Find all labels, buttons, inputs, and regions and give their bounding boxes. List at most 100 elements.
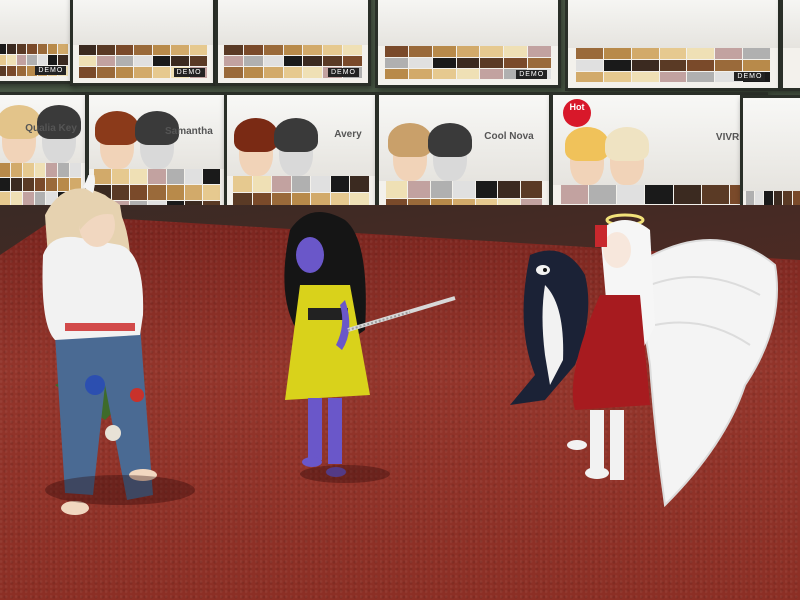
hair-color-swatch[interactable] — [16, 54, 27, 65]
hair-color-swatch[interactable] — [498, 180, 520, 198]
hair-color-swatch[interactable] — [27, 44, 37, 54]
hair-color-swatch[interactable] — [97, 67, 115, 78]
hair-color-swatch[interactable] — [263, 45, 283, 56]
hair-color-swatch[interactable] — [604, 71, 631, 83]
hair-color-swatch[interactable] — [475, 180, 498, 198]
hair-color-swatch[interactable] — [385, 180, 408, 198]
hair-color-swatch[interactable] — [303, 45, 323, 56]
hair-color-swatch[interactable] — [184, 169, 202, 184]
hair-color-swatch[interactable] — [0, 163, 10, 177]
hair-color-swatch[interactable] — [343, 45, 362, 56]
hair-color-swatch[interactable] — [408, 57, 432, 69]
hair-color-swatch[interactable] — [115, 45, 134, 56]
hair-color-swatch[interactable] — [37, 54, 48, 65]
hair-color-swatch[interactable] — [115, 67, 134, 78]
hair-color-swatch[interactable] — [350, 176, 370, 193]
hair-color-swatch[interactable] — [453, 180, 475, 198]
hair-color-swatch[interactable] — [97, 45, 115, 56]
hair-color-swatch[interactable] — [385, 46, 408, 57]
blonde-horned-avatar[interactable] — [35, 165, 195, 530]
hair-color-swatch[interactable] — [152, 56, 171, 67]
hair-poster-top-5[interactable]: DEMO — [565, 0, 781, 91]
hair-color-swatch[interactable] — [323, 45, 343, 56]
hair-color-swatch[interactable] — [6, 54, 16, 65]
hair-color-swatch[interactable] — [0, 177, 10, 192]
hair-color-swatch[interactable] — [742, 48, 770, 59]
hair-color-swatch[interactable] — [22, 163, 34, 177]
hair-color-swatch[interactable] — [343, 56, 362, 67]
hair-color-swatch[interactable] — [303, 56, 323, 67]
hair-color-swatch[interactable] — [0, 192, 10, 206]
hair-color-swatch[interactable] — [224, 56, 243, 67]
hair-color-swatch[interactable] — [385, 69, 408, 80]
hair-color-swatch[interactable] — [323, 56, 343, 67]
hair-color-swatch[interactable] — [283, 45, 303, 56]
angel-winged-avatar[interactable] — [555, 205, 790, 510]
hair-color-swatch[interactable] — [673, 185, 701, 204]
hair-color-swatch[interactable] — [184, 184, 202, 200]
hair-color-swatch[interactable] — [78, 56, 97, 67]
hair-color-swatch[interactable] — [283, 56, 303, 67]
hair-color-swatch[interactable] — [152, 45, 171, 56]
hair-poster-top-2[interactable]: DEMO — [70, 0, 216, 86]
hair-color-swatch[interactable] — [0, 65, 6, 76]
hair-color-swatch[interactable] — [22, 177, 34, 192]
hair-color-swatch[interactable] — [202, 169, 220, 184]
hair-color-swatch[interactable] — [0, 44, 6, 54]
hair-color-swatch[interactable] — [6, 65, 16, 76]
hair-color-swatch[interactable] — [16, 65, 27, 76]
hair-color-swatch[interactable] — [134, 56, 152, 67]
hair-color-swatch[interactable] — [659, 48, 687, 59]
hair-color-swatch[interactable] — [504, 57, 527, 69]
hair-color-swatch[interactable] — [645, 185, 673, 204]
hair-poster-top-6[interactable] — [780, 0, 800, 91]
hair-color-swatch[interactable] — [617, 185, 645, 204]
hair-color-swatch[interactable] — [520, 180, 543, 198]
hair-color-swatch[interactable] — [701, 185, 729, 204]
hair-color-swatch[interactable] — [480, 46, 504, 57]
hair-color-swatch[interactable] — [480, 57, 504, 69]
hair-color-swatch[interactable] — [385, 57, 408, 69]
hair-color-swatch[interactable] — [561, 185, 589, 204]
hair-color-swatch[interactable] — [152, 67, 171, 78]
hair-color-swatch[interactable] — [715, 59, 742, 71]
hair-color-swatch[interactable] — [97, 56, 115, 67]
hair-color-swatch[interactable] — [604, 48, 631, 59]
hair-color-swatch[interactable] — [243, 45, 263, 56]
hair-color-swatch[interactable] — [456, 57, 480, 69]
hair-color-swatch[interactable] — [504, 46, 527, 57]
hair-color-swatch[interactable] — [134, 45, 152, 56]
hair-color-swatch[interactable] — [224, 45, 243, 56]
hair-color-swatch[interactable] — [48, 44, 58, 54]
hair-color-swatch[interactable] — [576, 48, 604, 59]
hair-color-swatch[interactable] — [10, 192, 22, 206]
hair-color-swatch[interactable] — [10, 163, 22, 177]
hair-color-swatch[interactable] — [115, 56, 134, 67]
hair-color-swatch[interactable] — [687, 59, 715, 71]
hair-color-swatch[interactable] — [243, 56, 263, 67]
hair-color-swatch[interactable] — [742, 59, 770, 71]
game-viewport[interactable]: DEMO DEMO DEMO DEMO DEMO Qualia Key Sama… — [0, 0, 800, 600]
hair-color-swatch[interactable] — [456, 46, 480, 57]
hair-color-swatch[interactable] — [528, 46, 551, 57]
hair-color-swatch[interactable] — [631, 71, 659, 83]
purple-avatar-yellow-dress[interactable] — [270, 210, 460, 490]
hair-poster-top-1[interactable]: DEMO — [0, 0, 74, 84]
hair-color-swatch[interactable] — [37, 44, 48, 54]
hair-color-swatch[interactable] — [171, 56, 189, 67]
hair-color-swatch[interactable] — [432, 46, 456, 57]
hair-color-swatch[interactable] — [134, 67, 152, 78]
hair-color-swatch[interactable] — [22, 192, 34, 206]
hair-color-swatch[interactable] — [330, 176, 350, 193]
hair-color-swatch[interactable] — [58, 54, 68, 65]
hair-color-swatch[interactable] — [456, 69, 480, 80]
hair-color-swatch[interactable] — [604, 59, 631, 71]
hair-color-swatch[interactable] — [687, 48, 715, 59]
hair-color-swatch[interactable] — [303, 67, 323, 78]
hair-color-swatch[interactable] — [291, 176, 311, 193]
hair-color-swatch[interactable] — [263, 67, 283, 78]
hair-color-swatch[interactable] — [408, 180, 430, 198]
hair-color-swatch[interactable] — [58, 44, 68, 54]
hair-color-swatch[interactable] — [659, 59, 687, 71]
hair-color-swatch[interactable] — [631, 59, 659, 71]
